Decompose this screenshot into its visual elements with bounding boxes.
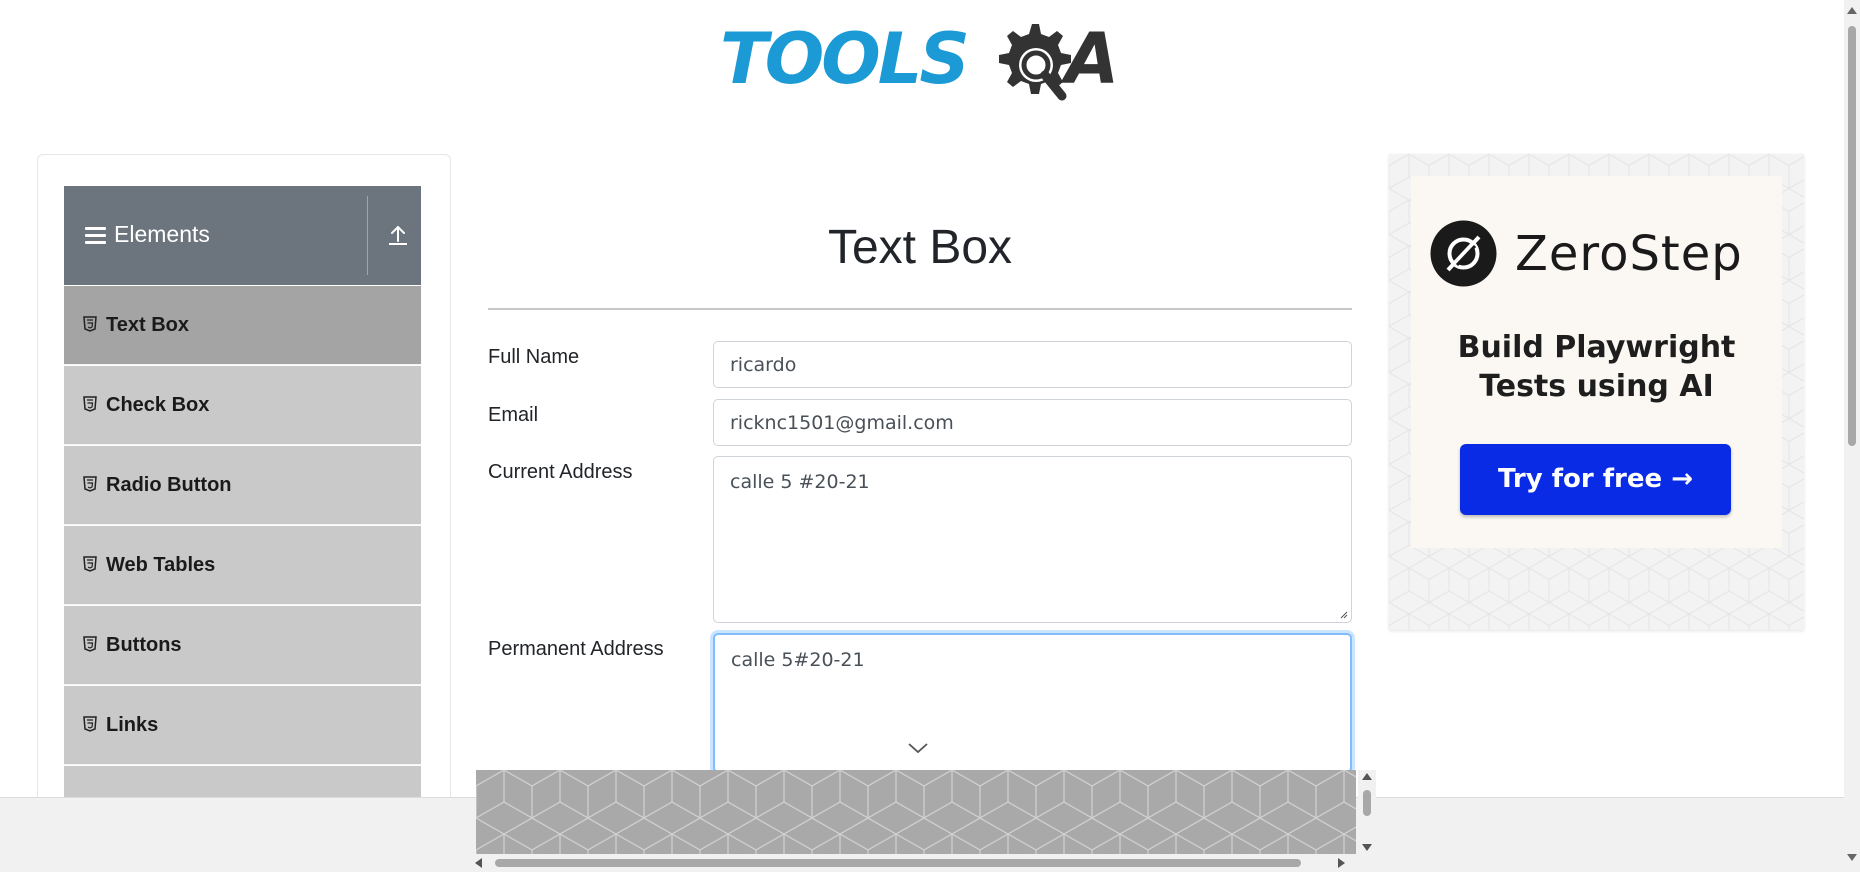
email-label: Email (488, 404, 539, 426)
sidebar-item-label: Radio Button (106, 474, 232, 496)
ad-tagline-line1: Build Playwright (1457, 330, 1736, 365)
toolsqa-logo[interactable]: TOOLS A (720, 18, 1125, 116)
ad-tagline-line2: Tests using AI (1479, 369, 1714, 404)
scroll-up-arrow-icon[interactable] (1847, 6, 1857, 14)
scroll-down-arrow-icon[interactable] (1362, 844, 1372, 852)
scrollbar-thumb[interactable] (1848, 26, 1856, 446)
current-address-value: calle 5 #20-21 (730, 471, 870, 493)
full-name-label: Full Name (488, 346, 580, 368)
sidebar-item-text-box[interactable]: Text Box (64, 286, 421, 365)
resize-grip-icon[interactable] (1338, 609, 1348, 619)
html5-icon (83, 476, 97, 492)
sidebar-item-label: Buttons (106, 634, 182, 656)
ad-tagline: Build Playwright Tests using AI (1411, 328, 1782, 406)
html5-icon (83, 396, 97, 412)
logo-text-tools: TOOLS (720, 18, 970, 100)
sidebar-item-label: Web Tables (106, 554, 216, 576)
email-input[interactable]: ricknc1501@gmail.com (713, 399, 1352, 446)
page-title: Text Box (827, 221, 1013, 274)
html5-icon (83, 556, 97, 572)
sidebar-item-label: Check Box (106, 394, 210, 416)
permanent-address-label: Permanent Address (488, 638, 664, 660)
sidebar-item-links[interactable]: Links (64, 686, 421, 765)
full-name-input[interactable]: ricardo (713, 341, 1352, 388)
current-address-label: Current Address (488, 461, 633, 483)
bottom-ad-frame[interactable] (476, 770, 1356, 854)
html5-icon (83, 716, 97, 732)
bottom-ad-pattern (476, 770, 1356, 854)
current-address-textarea[interactable]: calle 5 #20-21 (713, 456, 1352, 623)
scroll-right-arrow-icon[interactable] (1338, 858, 1346, 868)
sidebar-item-label: Text Box (106, 314, 189, 336)
try-for-free-button[interactable]: Try for free → (1460, 444, 1731, 515)
ad-content: ZeroStep Build Playwright Tests using AI… (1411, 176, 1782, 548)
scroll-up-arrow-icon[interactable] (1362, 772, 1372, 780)
email-value: ricknc1501@gmail.com (730, 412, 954, 434)
title-divider (488, 308, 1352, 310)
full-name-value: ricardo (730, 354, 797, 376)
zerostep-logo-icon (1430, 220, 1497, 287)
sidebar-item-label: Links (106, 714, 159, 736)
zerostep-brand: ZeroStep (1515, 226, 1743, 282)
header-divider (367, 196, 368, 275)
bottom-ad-vertical-scrollbar[interactable] (1358, 770, 1376, 854)
html5-icon (83, 636, 97, 652)
chevron-down-icon[interactable] (907, 741, 929, 755)
page-vertical-scrollbar[interactable] (1844, 0, 1860, 872)
sidebar-item-web-tables[interactable]: Web Tables (64, 526, 421, 605)
logo-text-a: A (1065, 18, 1120, 100)
bottom-ad-horizontal-scrollbar[interactable] (468, 854, 1376, 872)
scrollbar-thumb[interactable] (1363, 790, 1371, 816)
permanent-address-textarea[interactable]: calle 5#20-21 (713, 633, 1352, 773)
scroll-down-arrow-icon[interactable] (1847, 854, 1857, 862)
collapse-up-icon[interactable] (386, 223, 410, 249)
scroll-left-arrow-icon[interactable] (474, 858, 482, 868)
group-title: Elements (114, 221, 210, 247)
sidebar-item-buttons[interactable]: Buttons (64, 606, 421, 685)
hamburger-icon (85, 227, 106, 245)
zerostep-ad[interactable]: ZeroStep Build Playwright Tests using AI… (1389, 154, 1804, 630)
html5-icon (83, 316, 97, 332)
elements-group-header[interactable]: Elements (64, 186, 421, 285)
scrollbar-thumb[interactable] (495, 859, 1301, 867)
sidebar-item-check-box[interactable]: Check Box (64, 366, 421, 445)
sidebar-item-radio-button[interactable]: Radio Button (64, 446, 421, 525)
permanent-address-value: calle 5#20-21 (731, 649, 865, 671)
